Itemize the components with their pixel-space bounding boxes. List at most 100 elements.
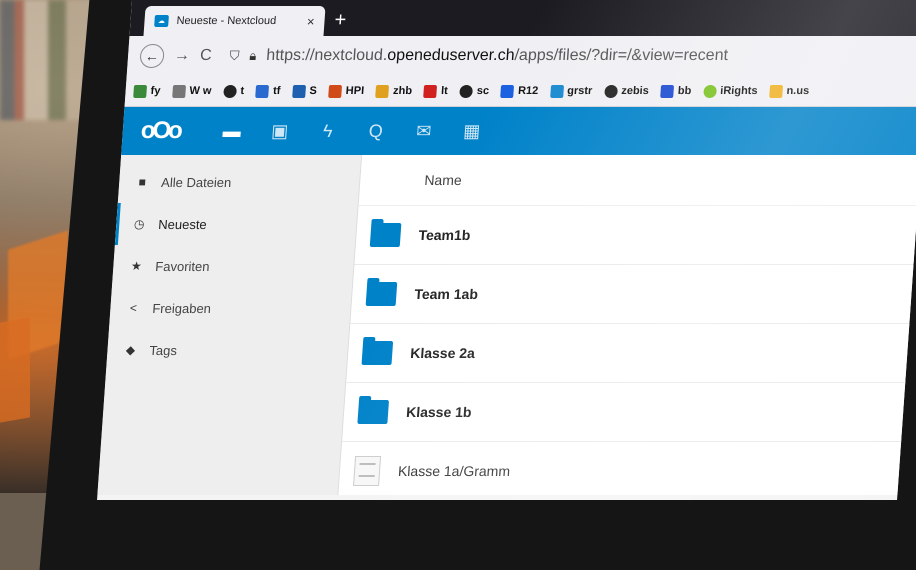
shield-icon[interactable]: ⛉ (229, 48, 240, 64)
bookmark-label: n.us (786, 85, 810, 97)
bookmark-label: S (308, 85, 318, 97)
mail-app-icon[interactable]: ✉ (410, 121, 437, 142)
bookmark-label: W w (188, 85, 212, 97)
sidebar-item-label: Alle Dateien (160, 174, 232, 190)
sidebar-item-alle-dateien[interactable]: ■ Alle Dateien (118, 161, 361, 203)
bookmark-label: sc (476, 85, 490, 97)
orange-object-2 (0, 317, 30, 423)
calendar-app-icon[interactable]: ▦ (458, 121, 485, 142)
bookmark-bb[interactable]: bb (660, 84, 692, 98)
square-icon (328, 84, 343, 98)
bookmark-lt[interactable]: lt (423, 84, 449, 98)
sidebar-item-label: Favoriten (154, 258, 211, 274)
bookmark-r12[interactable]: R12 (500, 84, 539, 98)
navigation-bar: ← → C ⛉ 🔒︎ https://nextcloud.openeduserv… (126, 36, 916, 76)
document-icon (353, 456, 382, 486)
file-row[interactable]: Team1b (354, 206, 916, 265)
bookmark-label: grstr (566, 85, 593, 97)
file-row[interactable]: Klasse 1b (342, 383, 916, 442)
url-bar[interactable]: ⛉ 🔒︎ https://nextcloud.openeduserver.ch/… (221, 42, 916, 70)
bookmark-fy[interactable]: fy (133, 84, 161, 98)
green-leaf-icon (133, 84, 148, 98)
bookmark-label: R12 (517, 85, 539, 97)
search-app-icon[interactable]: Q (362, 121, 389, 142)
tab-neueste[interactable]: ☁ Neueste - Nextcloud × (143, 6, 326, 36)
browser-window: ☁ Neueste - Nextcloud × + ← → C ⛉ 🔒︎ htt… (97, 0, 916, 500)
bookmark-grstr[interactable]: grstr (549, 84, 593, 98)
sidebar-item-label: Freigaben (151, 300, 212, 316)
nextcloud-logo[interactable]: oOo (140, 117, 198, 145)
sidebar-item-favoriten[interactable]: ★ Favoriten (112, 245, 355, 287)
bookmark-zebis[interactable]: zebis (603, 84, 650, 98)
globe-icon (222, 84, 237, 98)
sidebar-item-neueste[interactable]: ◷ Neueste (114, 203, 358, 245)
file-row[interactable]: Team 1ab (350, 265, 916, 324)
sidebar: ■ Alle Dateien ◷ Neueste ★ Favoriten < Freigabe… (97, 155, 363, 495)
bookmark-s[interactable]: S (291, 84, 318, 98)
file-name[interactable]: Team1b (418, 227, 471, 243)
bookmark-label: fy (150, 85, 161, 97)
square-icon (255, 84, 270, 98)
bookmark-hpi[interactable]: HPI (328, 84, 365, 98)
bookmark-label: tf (272, 85, 281, 97)
share-icon: < (129, 301, 138, 315)
folder-icon (369, 223, 402, 247)
file-list: Name Team1b Team 1ab Klasse 2a Klasse 1b Kla… (337, 155, 916, 500)
bookmarks-bar: fy W w t tf S HPI zhb lt sc R12 grstr zebis bb iRight… (124, 76, 916, 107)
bookmark-label: iRights (719, 85, 758, 97)
folder-icon (357, 400, 390, 424)
file-name[interactable]: Team 1ab (414, 286, 479, 302)
bookmark-w-w[interactable]: W w (171, 84, 212, 98)
sidebar-item-label: Tags (149, 342, 178, 358)
tag-icon: ◆ (125, 343, 136, 357)
bookmark-label: HPI (345, 85, 365, 97)
bookmark-label: t (239, 85, 245, 97)
bookmark-tf[interactable]: tf (255, 84, 281, 98)
bookmark-label: bb (677, 85, 692, 97)
activity-app-icon[interactable]: ϟ (314, 121, 341, 142)
url-prefix: https://nextcloud. (265, 47, 388, 64)
bookmark-label: zhb (392, 85, 413, 97)
wikipedia-icon (171, 84, 186, 98)
file-rows: Team1b Team 1ab Klasse 2a Klasse 1b Klasse 1… (337, 206, 916, 500)
lock-icon[interactable]: 🔒︎ (249, 48, 257, 64)
dropbox-icon (500, 84, 515, 98)
bookmark-sc[interactable]: sc (459, 84, 490, 98)
url-path: /apps/files/?dir=/&view=recent (513, 47, 729, 64)
column-header-name[interactable]: Name (358, 155, 916, 206)
back-button[interactable]: ← (139, 44, 165, 68)
globe-icon (603, 84, 618, 98)
file-row[interactable]: Klasse 1a/Gramm (337, 442, 916, 500)
square-icon (549, 84, 564, 98)
bookmark-irights[interactable]: iRights (702, 84, 758, 98)
folder-icon (365, 282, 398, 306)
square-icon (769, 84, 783, 98)
files-app: ■ Alle Dateien ◷ Neueste ★ Favoriten < Freigabe… (97, 155, 916, 500)
file-row[interactable]: Klasse 2a (346, 324, 916, 383)
files-app-icon[interactable]: ▬ (218, 121, 245, 142)
bookmark-label: lt (440, 85, 449, 97)
arc-icon (375, 84, 390, 98)
bookmark-n-us[interactable]: n.us (769, 84, 810, 98)
forward-button[interactable]: → (173, 47, 191, 65)
nextcloud-header: oOo ▬ ▣ ϟ Q ✉ ▦ (121, 107, 916, 155)
sidebar-item-label: Neueste (157, 216, 208, 232)
tab-title: Neueste - Nextcloud (176, 15, 277, 27)
square-icon (423, 84, 438, 98)
sidebar-item-tags[interactable]: ◆ Tags (106, 329, 349, 371)
sidebar-item-freigaben[interactable]: < Freigaben (109, 287, 352, 329)
reload-button[interactable]: C (199, 47, 213, 65)
file-name[interactable]: Klasse 1b (406, 404, 472, 420)
star-icon: ★ (130, 259, 143, 273)
bookmark-t[interactable]: t (222, 84, 245, 98)
url-domain: openeduserver.ch (386, 47, 516, 64)
file-name[interactable]: Klasse 1a/Gramm (398, 463, 511, 479)
new-tab-button[interactable]: + (334, 9, 347, 32)
bookmark-label: zebis (620, 85, 650, 97)
photos-app-icon[interactable]: ▣ (266, 121, 293, 142)
close-icon[interactable]: × (306, 14, 315, 29)
url-text[interactable]: https://nextcloud.openeduserver.ch/apps/… (266, 47, 729, 65)
bookmark-zhb[interactable]: zhb (375, 84, 413, 98)
file-name[interactable]: Klasse 2a (410, 345, 476, 361)
folder-icon (361, 341, 394, 365)
